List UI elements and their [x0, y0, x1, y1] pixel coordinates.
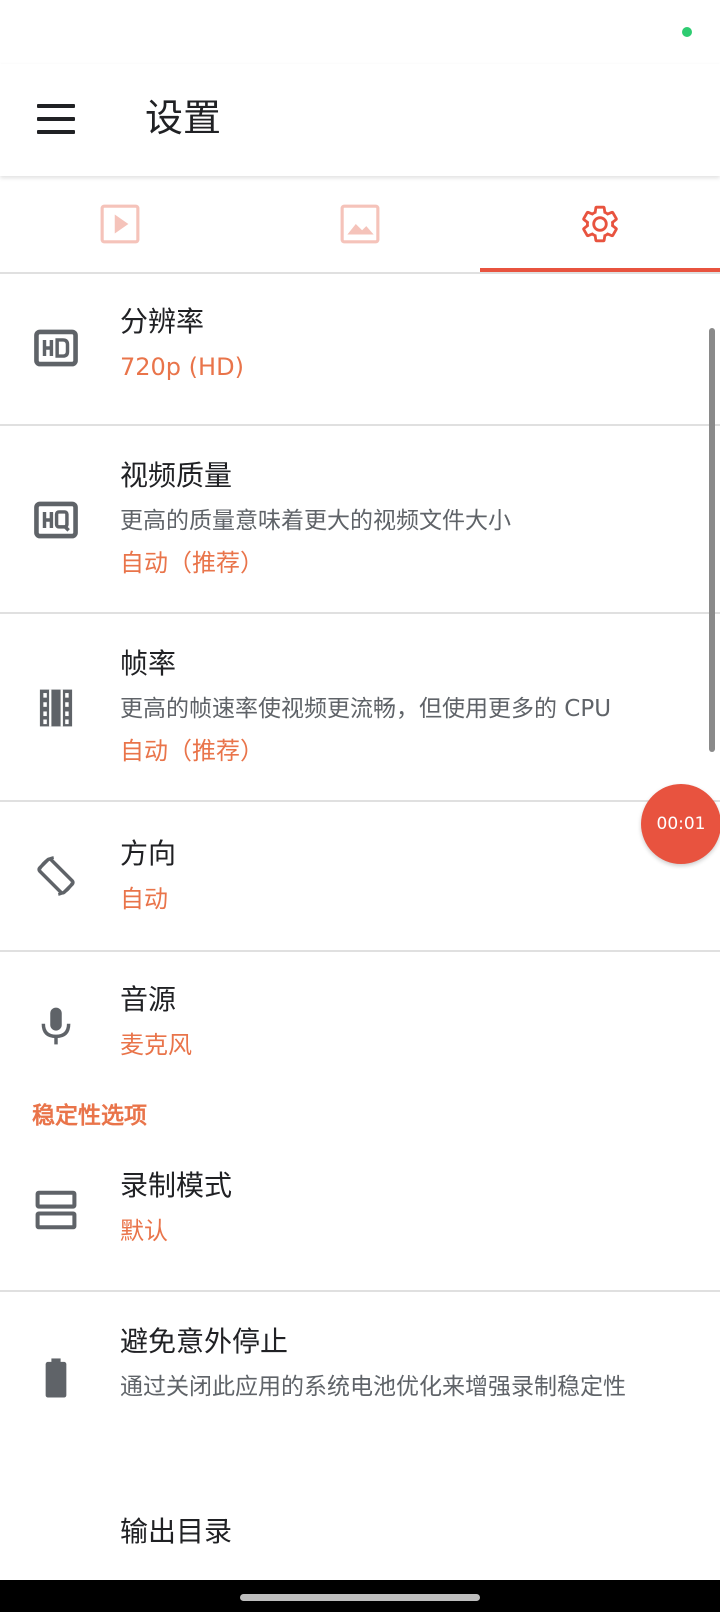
setting-title: 视频质量 [120, 459, 233, 492]
home-gesture-handle[interactable] [240, 1594, 480, 1601]
tab-videos[interactable] [0, 176, 240, 272]
setting-description: 更高的帧速率使视频更流畅，但使用更多的 CPU [120, 696, 612, 722]
settings-list: 分辨率 720p (HD) 视频质量 更高的质量意味着更大的视频文件大小 自动（… [0, 274, 720, 1552]
app-bar: 设置 [0, 64, 720, 176]
setting-title: 音源 [120, 983, 177, 1016]
setting-value: 默认 [120, 1217, 168, 1245]
setting-output-directory[interactable]: 输出目录 [0, 1492, 720, 1552]
setting-recording-mode[interactable]: 录制模式 默认 [0, 1150, 720, 1292]
film-icon [30, 682, 82, 734]
setting-value: 麦克风 [120, 1031, 192, 1059]
setting-title: 方向 [120, 837, 177, 870]
section-stability: 稳定性选项 [0, 1080, 720, 1150]
system-navigation-bar [0, 1580, 720, 1612]
scrollbar[interactable] [709, 328, 715, 752]
section-header: 稳定性选项 [32, 1103, 147, 1129]
video-play-icon [100, 204, 140, 244]
setting-video-quality[interactable]: 视频质量 更高的质量意味着更大的视频文件大小 自动（推荐） [0, 426, 720, 614]
screen-rotation-icon [30, 850, 82, 902]
setting-title: 避免意外停止 [120, 1325, 289, 1358]
gear-icon [582, 205, 618, 243]
setting-orientation[interactable]: 方向 自动 [0, 802, 720, 952]
hq-icon [30, 494, 82, 546]
status-indicator-dot [682, 27, 692, 37]
battery-icon [30, 1352, 82, 1404]
setting-value: 720p (HD) [120, 353, 244, 381]
tab-bar [0, 176, 720, 274]
settings-screen: 设置 分辨率 720p (HD) 视频质量 更高的质量意味着更大的视频文件大小 … [0, 0, 720, 1612]
view-agenda-icon [30, 1184, 82, 1236]
status-bar [0, 0, 720, 64]
tab-settings[interactable] [480, 176, 720, 272]
tab-selected-indicator [480, 268, 720, 272]
setting-value: 自动 [120, 885, 168, 913]
setting-resolution[interactable]: 分辨率 720p (HD) [0, 274, 720, 426]
hd-icon [30, 322, 82, 374]
setting-description: 更高的质量意味着更大的视频文件大小 [120, 508, 511, 534]
image-icon [340, 204, 380, 244]
setting-value: 自动（推荐） [120, 549, 264, 577]
setting-value: 自动（推荐） [120, 737, 264, 765]
microphone-icon [30, 1000, 82, 1052]
setting-title: 录制模式 [120, 1169, 233, 1202]
setting-description: 通过关闭此应用的系统电池优化来增强录制稳定性 [120, 1374, 626, 1400]
setting-title: 帧率 [120, 647, 177, 680]
setting-title: 输出目录 [120, 1515, 233, 1548]
tab-images[interactable] [240, 176, 480, 272]
setting-audio-source[interactable]: 音源 麦克风 [0, 952, 720, 1080]
setting-title: 分辨率 [120, 305, 205, 338]
page-title: 设置 [145, 96, 222, 140]
recording-timer-bubble[interactable]: 00:01 [641, 784, 720, 864]
setting-avoid-stop[interactable]: 避免意外停止 通过关闭此应用的系统电池优化来增强录制稳定性 [0, 1292, 720, 1492]
setting-frame-rate[interactable]: 帧率 更高的帧速率使视频更流畅，但使用更多的 CPU 自动（推荐） [0, 614, 720, 802]
menu-icon[interactable] [37, 104, 75, 134]
